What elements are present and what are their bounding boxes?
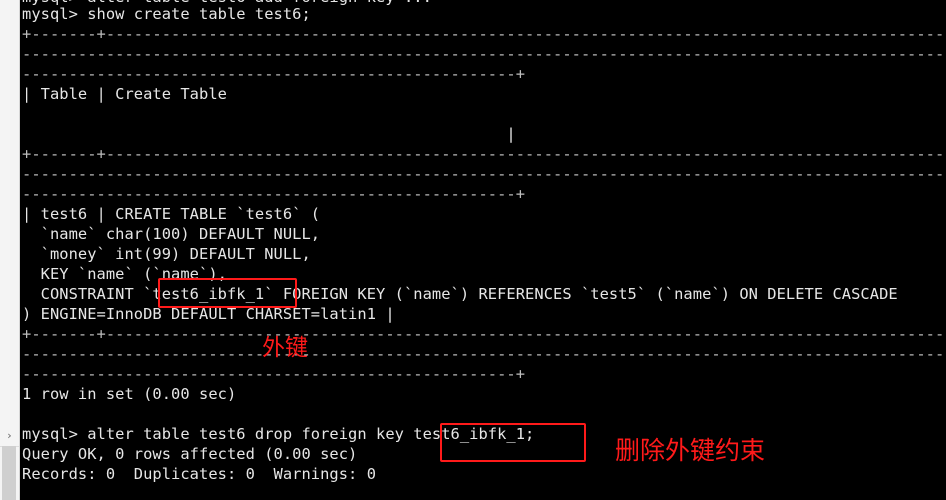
table-row: `money` int(99) DEFAULT NULL, xyxy=(22,245,311,263)
scrollbar-thumb[interactable] xyxy=(2,446,16,500)
side-panel: › ˄ xyxy=(0,0,20,500)
table-border: ----------------------------------------… xyxy=(22,65,526,83)
table-border: +-------+-------------------------------… xyxy=(22,325,946,343)
table-row-constraint: CONSTRAINT `test6_ibfk_1` FOREIGN KEY (`… xyxy=(22,285,898,303)
table-border: +-------+-------------------------------… xyxy=(22,145,946,163)
expand-arrow-icon[interactable]: › xyxy=(0,428,19,444)
query-result: Query OK, 0 rows affected (0.00 sec) xyxy=(22,445,358,463)
table-border: ----------------------------------------… xyxy=(22,165,946,183)
table-border: +-------+-------------------------------… xyxy=(22,25,946,43)
drop-key-highlight-box xyxy=(440,423,586,462)
table-border: ----------------------------------------… xyxy=(22,45,946,63)
constraint-highlight-box xyxy=(158,278,297,308)
terminal-command: mysql> show create table test6; xyxy=(22,5,311,23)
table-border: ----------------------------------------… xyxy=(22,365,526,383)
table-row: `name` char(100) DEFAULT NULL, xyxy=(22,225,321,243)
foreign-key-annotation: 外键 xyxy=(262,335,308,361)
result-status: 1 row in set (0.00 sec) xyxy=(22,385,237,403)
table-header-end: | xyxy=(22,125,516,143)
table-border: ----------------------------------------… xyxy=(22,185,526,203)
table-row: | test6 | CREATE TABLE `test6` ( xyxy=(22,205,321,223)
table-border: ----------------------------------------… xyxy=(22,345,946,363)
table-header: | Table | Create Table xyxy=(22,85,227,103)
query-records: Records: 0 Duplicates: 0 Warnings: 0 xyxy=(22,465,377,483)
drop-constraint-annotation: 删除外键约束 xyxy=(615,436,766,465)
